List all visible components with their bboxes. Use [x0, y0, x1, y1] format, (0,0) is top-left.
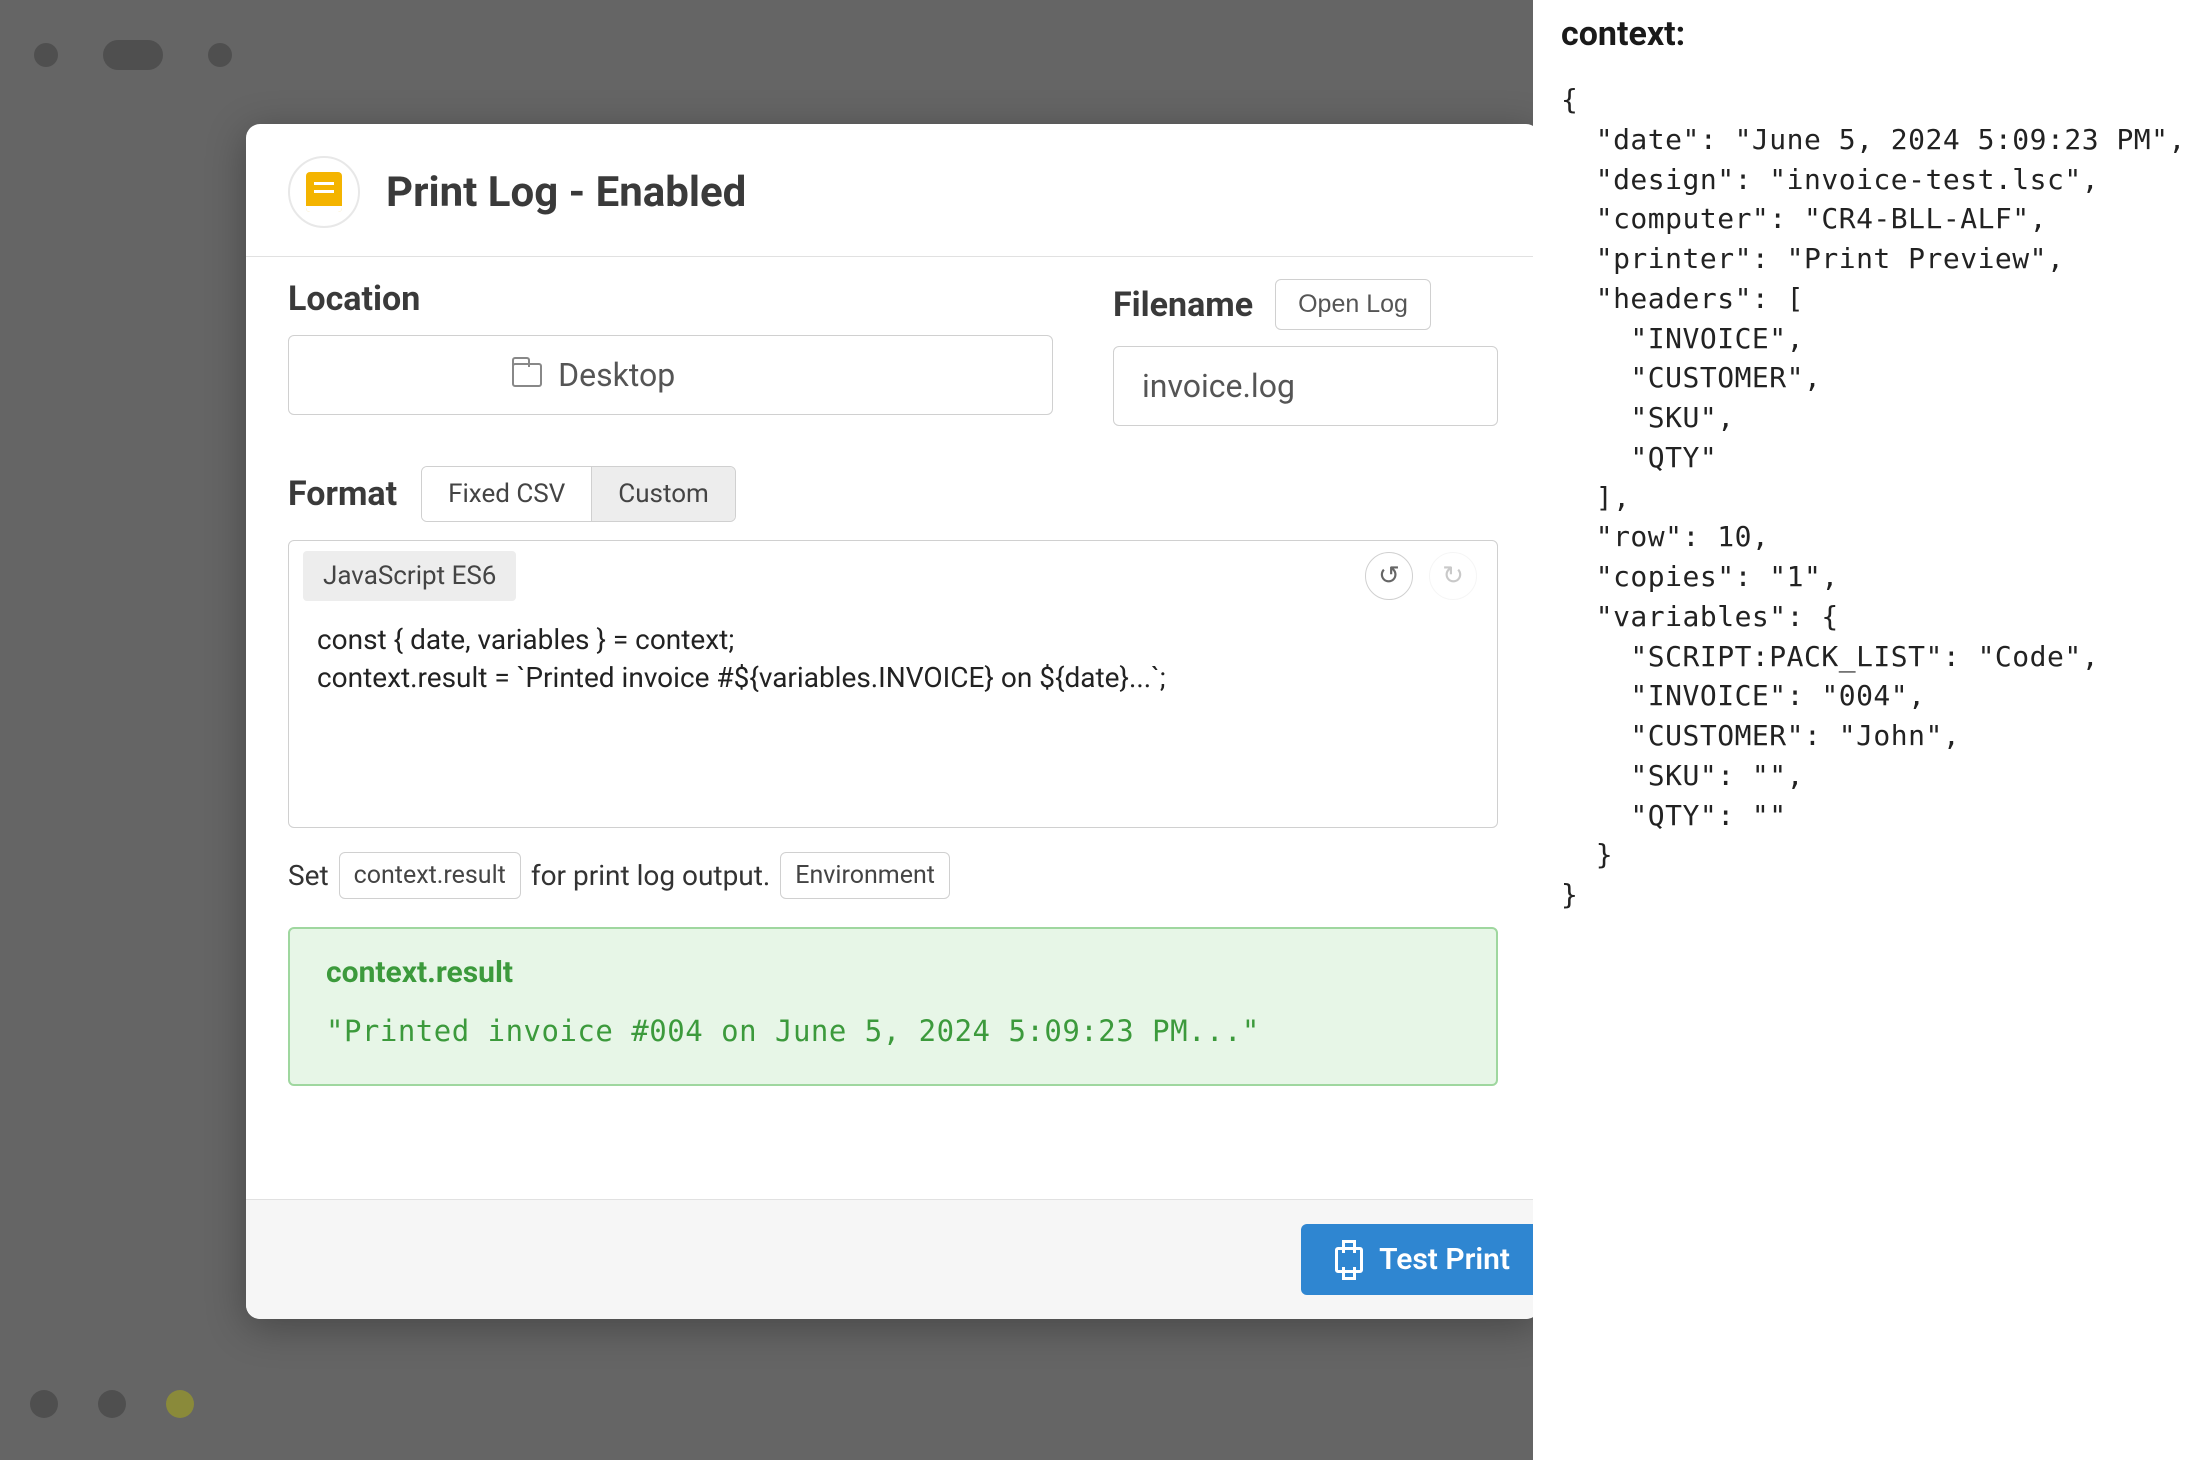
language-chip: JavaScript ES6 [303, 551, 516, 601]
format-option-fixed-csv[interactable]: Fixed CSV [422, 467, 591, 521]
window-titlebar [0, 0, 1533, 110]
context-title: context: [1561, 14, 2172, 54]
location-picker[interactable]: Desktop [288, 335, 1053, 415]
dock-dot [30, 1390, 58, 1418]
hint-mid: for print log output. [531, 859, 770, 892]
result-title: context.result [326, 955, 1460, 990]
titlebar-dot [208, 43, 232, 67]
dialog-body: Location Desktop Filename Open Log invoi… [246, 257, 1540, 1199]
format-segmented-control: Fixed CSV Custom [421, 466, 736, 522]
dock-indicators [30, 1390, 194, 1418]
dialog-title: Print Log - Enabled [386, 168, 746, 217]
location-value: Desktop [558, 356, 675, 394]
code-editor: JavaScript ES6 ↺ ↻ const { date, variabl… [288, 540, 1498, 828]
hint-row: Set context.result for print log output.… [288, 852, 1498, 899]
redo-icon: ↻ [1442, 561, 1464, 591]
traffic-light-dot [34, 43, 58, 67]
dock-dot [98, 1390, 126, 1418]
test-print-button[interactable]: Test Print [1301, 1224, 1540, 1295]
result-value: "Printed invoice #004 on June 5, 2024 5:… [326, 1014, 1460, 1048]
print-icon [1335, 1247, 1363, 1273]
format-label: Format [288, 474, 397, 514]
dock-dot [166, 1390, 194, 1418]
undo-button[interactable]: ↺ [1365, 552, 1413, 600]
titlebar-pill [103, 40, 163, 70]
dialog-header: Print Log - Enabled [246, 124, 1540, 257]
log-icon-badge [288, 156, 360, 228]
result-panel: context.result "Printed invoice #004 on … [288, 927, 1498, 1086]
folder-icon [512, 363, 542, 387]
hint-pre: Set [288, 859, 329, 892]
context-result-pill: context.result [339, 852, 521, 899]
open-log-button[interactable]: Open Log [1275, 279, 1431, 330]
print-log-dialog: Print Log - Enabled Location Desktop Fil… [246, 124, 1540, 1319]
code-textarea[interactable]: const { date, variables } = context; con… [289, 611, 1497, 827]
format-option-custom[interactable]: Custom [591, 467, 735, 521]
test-print-label: Test Print [1379, 1242, 1510, 1277]
dialog-footer: Test Print [246, 1199, 1540, 1319]
environment-button[interactable]: Environment [780, 852, 950, 899]
location-label: Location [288, 279, 1053, 319]
redo-button[interactable]: ↻ [1429, 552, 1477, 600]
context-json: { "date": "June 5, 2024 5:09:23 PM", "de… [1561, 80, 2172, 915]
context-sidebar: context: { "date": "June 5, 2024 5:09:23… [1533, 0, 2200, 1460]
filename-label: Filename [1113, 285, 1253, 325]
filename-value: invoice.log [1142, 367, 1295, 405]
filename-input[interactable]: invoice.log [1113, 346, 1498, 426]
book-icon [306, 172, 342, 212]
undo-icon: ↺ [1378, 561, 1400, 591]
